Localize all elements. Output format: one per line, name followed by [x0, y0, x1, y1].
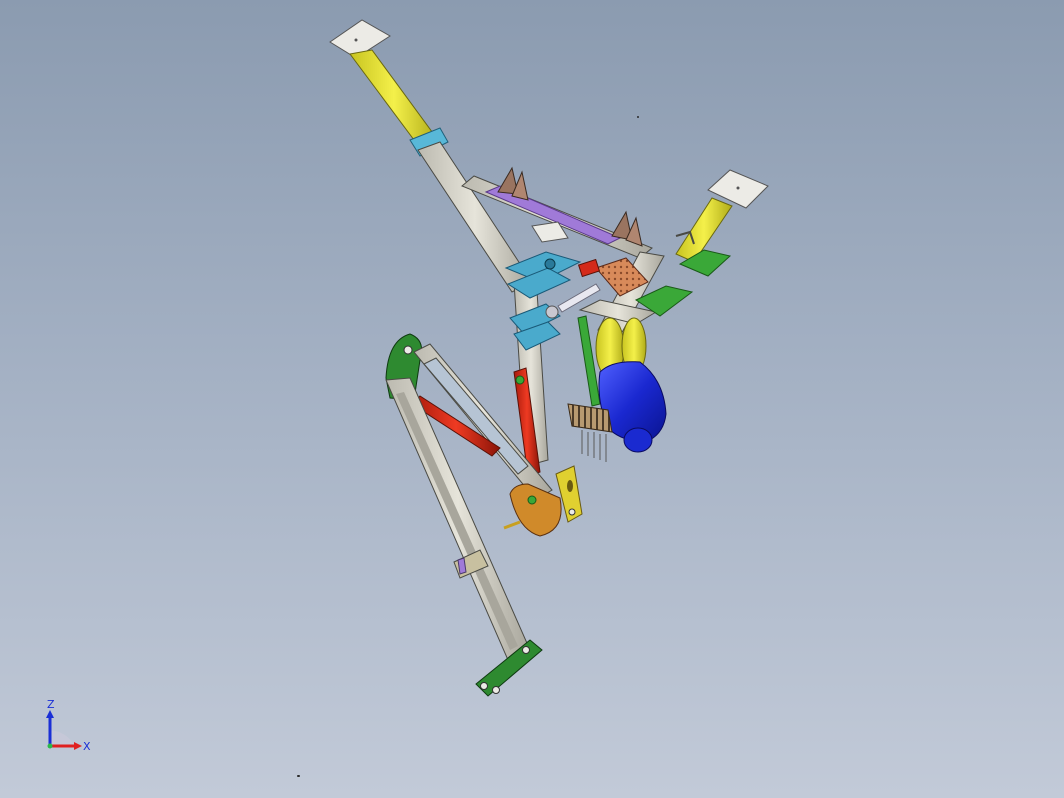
triad-origin: [47, 743, 53, 749]
x-axis-label: X: [83, 740, 91, 753]
green-vertical-rod[interactable]: [577, 315, 601, 407]
spool-feeder[interactable]: [567, 403, 613, 462]
x-axis-head: [74, 742, 82, 750]
z-axis-label: Z: [47, 698, 55, 711]
z-axis-head: [46, 710, 54, 718]
triad-xy-plane: [50, 730, 74, 746]
cad-viewport[interactable]: Z X: [0, 0, 1064, 798]
cad-assembly-model[interactable]: [0, 0, 1064, 798]
left-yellow-post[interactable]: [349, 49, 439, 149]
debris-point: [297, 775, 300, 777]
debris-point: [637, 116, 639, 118]
orange-elbow-plate[interactable]: [503, 483, 562, 537]
orientation-triad[interactable]: Z X: [40, 696, 100, 756]
blue-tank[interactable]: [598, 361, 667, 453]
